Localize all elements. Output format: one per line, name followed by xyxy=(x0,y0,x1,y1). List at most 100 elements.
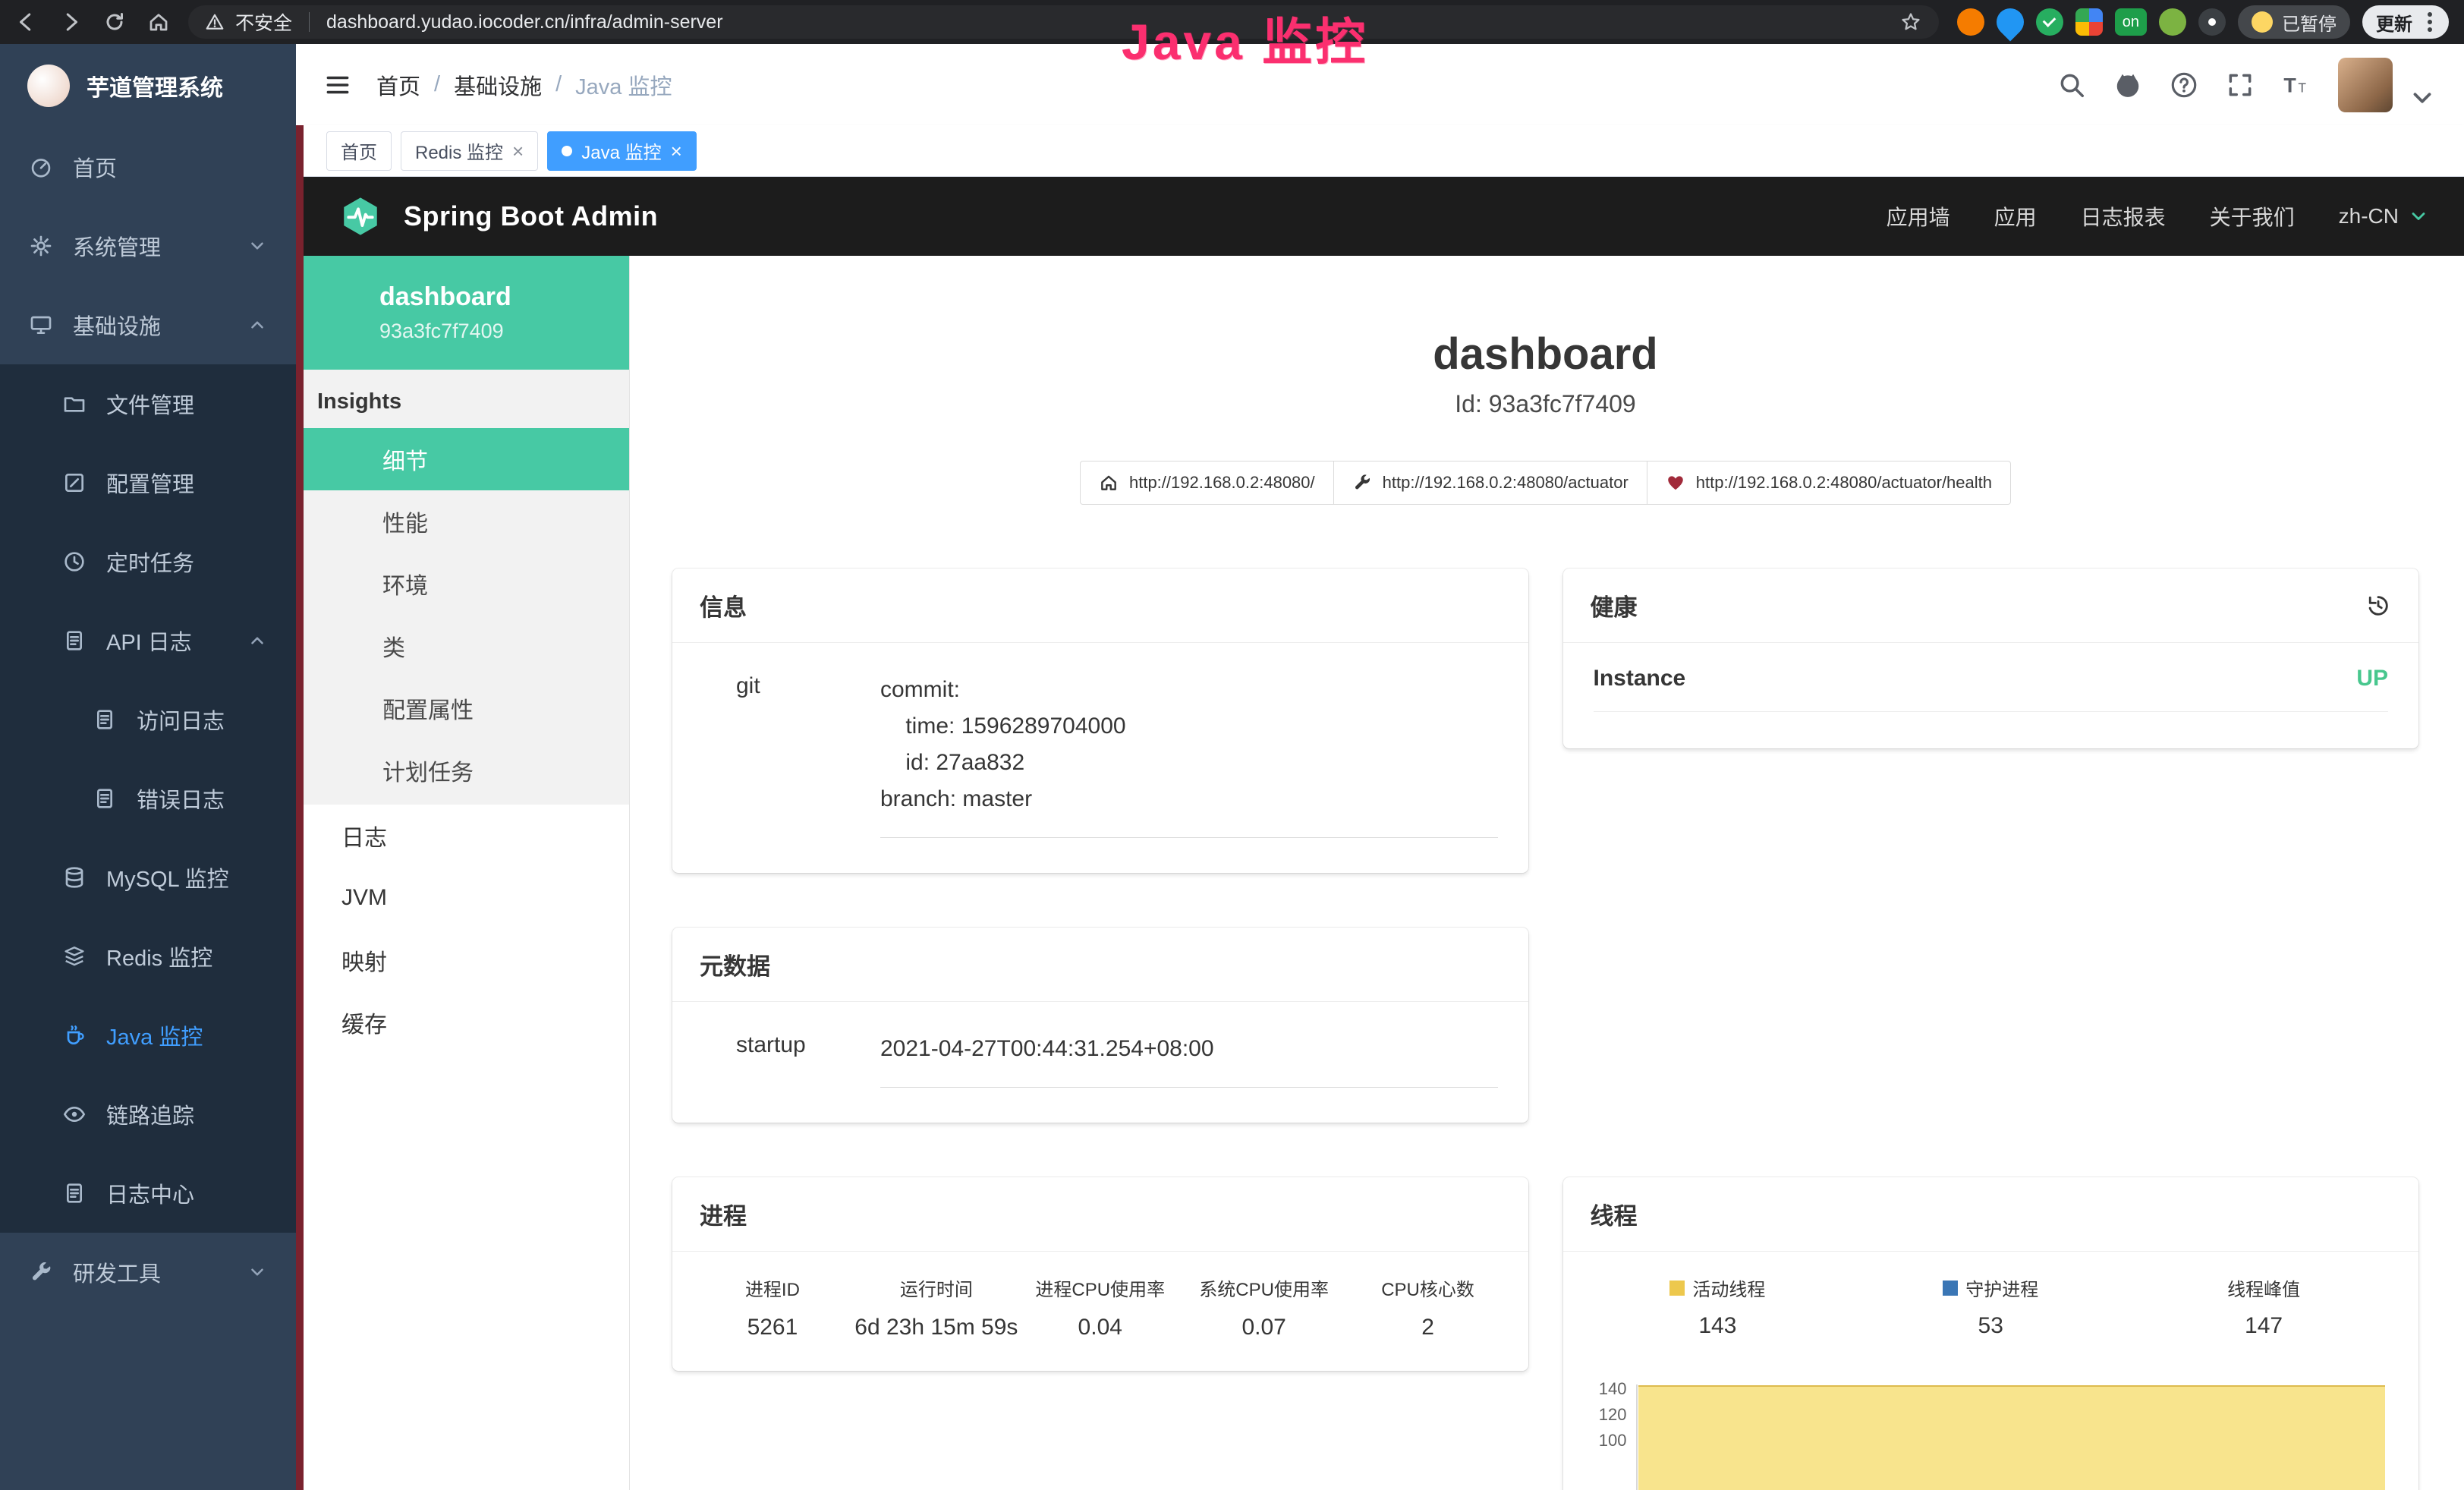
sba-item-caches[interactable]: 缓存 xyxy=(304,991,629,1054)
info-card: 信息 git commit: time: 1596289704000 id: 2… xyxy=(672,569,1528,873)
card-title: 线程 xyxy=(1563,1177,2419,1252)
sba-nav-about[interactable]: 关于我们 xyxy=(2210,201,2295,232)
sba-nav-journal[interactable]: 日志报表 xyxy=(2081,201,2166,232)
kebab-menu-icon[interactable] xyxy=(2428,20,2432,24)
instance-url-button[interactable]: http://192.168.0.2:48080/ xyxy=(1080,461,1334,505)
actuator-url-button[interactable]: http://192.168.0.2:48080/actuator xyxy=(1333,461,1647,505)
legend-label: 守护进程 xyxy=(1854,1274,2127,1301)
extension-on-badge[interactable]: on xyxy=(2115,8,2147,36)
spring-boot-admin: Spring Boot Admin 应用墙 应用 日志报表 关于我们 zh-CN xyxy=(304,177,2464,1490)
breadcrumb-item[interactable]: 基础设施 xyxy=(454,69,542,101)
extension-icon[interactable] xyxy=(1990,3,2029,42)
sba-item-details[interactable]: 细节 xyxy=(304,428,629,490)
card-body: startup 2021-04-27T00:44:31.254+08:00 xyxy=(672,1002,1528,1123)
health-url-button[interactable]: http://192.168.0.2:48080/actuator/health xyxy=(1647,461,2011,505)
sidebar-item-log-center[interactable]: 日志中心 xyxy=(0,1154,296,1233)
sidebar-item-tracing[interactable]: 链路追踪 xyxy=(0,1075,296,1154)
home-icon[interactable] xyxy=(147,11,170,33)
extension-icon[interactable] xyxy=(1957,8,1984,36)
paused-badge[interactable]: 已暂停 xyxy=(2238,5,2350,39)
sba-header: Spring Boot Admin 应用墙 应用 日志报表 关于我们 zh-CN xyxy=(304,177,2464,256)
sidebar-item-api-logs[interactable]: API 日志 xyxy=(0,601,296,680)
history-icon[interactable] xyxy=(2365,593,2391,619)
top-navbar: 首页 基础设施 Java 监控 xyxy=(296,44,2464,125)
doc-icon xyxy=(62,1181,87,1205)
sba-item-metrics[interactable]: 性能 xyxy=(304,490,629,553)
legend-label: 线程峰值 xyxy=(2127,1274,2400,1301)
tab-java-monitor[interactable]: Java 监控 xyxy=(547,131,697,171)
reload-icon[interactable] xyxy=(103,11,126,33)
column-header: 进程CPU使用率 xyxy=(1018,1274,1182,1301)
card-title-text: 线程 xyxy=(1591,1197,1638,1231)
fullscreen-icon[interactable] xyxy=(2226,71,2255,99)
sidebar-item-redis-monitor[interactable]: Redis 监控 xyxy=(0,917,296,996)
column-header: 系统CPU使用率 xyxy=(1182,1274,1346,1301)
eye-icon xyxy=(62,1102,87,1126)
extension-icon[interactable] xyxy=(2159,8,2186,36)
home-icon xyxy=(1099,473,1119,493)
chart-y-axis: 140 120 100 xyxy=(1586,1384,1636,1490)
row-key: git xyxy=(736,672,880,838)
instance-header[interactable]: dashboard 93a3fc7f7409 xyxy=(304,256,629,370)
extension-icon[interactable] xyxy=(2198,8,2226,36)
sidebar-item-access-logs[interactable]: 访问日志 xyxy=(0,680,296,759)
update-button[interactable]: 更新 xyxy=(2362,5,2449,39)
app-logo[interactable]: 芋道管理系统 xyxy=(0,44,296,128)
sidebar-item-home[interactable]: 首页 xyxy=(0,128,296,206)
sba-item-environment[interactable]: 环境 xyxy=(304,553,629,615)
sidebar-item-scheduled-tasks[interactable]: 定时任务 xyxy=(0,522,296,601)
sidebar-item-mysql-monitor[interactable]: MySQL 监控 xyxy=(0,838,296,917)
sidebar-item-label: 文件管理 xyxy=(106,388,194,420)
search-icon[interactable] xyxy=(2057,71,2086,99)
doc-icon xyxy=(62,628,87,653)
sidebar-item-system[interactable]: 系统管理 xyxy=(0,206,296,285)
breadcrumb-item[interactable]: 首页 xyxy=(376,69,420,101)
tab-home[interactable]: 首页 xyxy=(326,131,392,171)
sidebar-item-file-management[interactable]: 文件管理 xyxy=(0,364,296,443)
bookmark-star-icon[interactable] xyxy=(1899,11,1922,33)
sba-item-jvm[interactable]: JVM xyxy=(304,867,629,929)
hamburger-icon[interactable] xyxy=(323,71,352,99)
sba-item-scheduled[interactable]: 计划任务 xyxy=(304,739,629,802)
sidebar-item-label: 日志中心 xyxy=(106,1177,194,1209)
sba-item-logs[interactable]: 日志 xyxy=(304,805,629,867)
sidebar-item-infra[interactable]: 基础设施 xyxy=(0,285,296,364)
sidebar-item-java-monitor[interactable]: Java 监控 xyxy=(0,996,296,1075)
breadcrumb: 首页 基础设施 Java 监控 xyxy=(376,69,672,101)
avatar[interactable] xyxy=(2338,58,2393,112)
close-icon[interactable] xyxy=(512,141,524,161)
font-size-icon[interactable] xyxy=(2282,71,2311,99)
close-icon[interactable] xyxy=(671,141,682,161)
legend-label: 活动线程 xyxy=(1581,1274,1855,1301)
process-card: 进程 进程ID 运行时间 进程CPU使用率 系统CPU使用率 CPU核心数 52… xyxy=(672,1177,1528,1371)
active-dot-icon xyxy=(562,146,572,156)
sidebar-item-label: 链路追踪 xyxy=(106,1098,194,1130)
sidebar-item-devtools[interactable]: 研发工具 xyxy=(0,1233,296,1312)
sba-item-classes[interactable]: 类 xyxy=(304,615,629,677)
sidebar-item-config-management[interactable]: 配置管理 xyxy=(0,443,296,522)
cell-value: 5261 xyxy=(691,1315,854,1340)
legend-text: 活动线程 xyxy=(1692,1274,1765,1301)
tools-icon xyxy=(29,1260,53,1284)
forward-icon[interactable] xyxy=(59,11,82,33)
tab-label: 首页 xyxy=(341,137,377,164)
legend-value: 143 xyxy=(1581,1313,1855,1339)
locale-select[interactable]: zh-CN xyxy=(2339,204,2429,228)
back-icon[interactable] xyxy=(15,11,38,33)
sba-nav-wallboard[interactable]: 应用墙 xyxy=(1887,201,1950,232)
extension-icon[interactable] xyxy=(2075,8,2103,36)
sidebar-item-label: 定时任务 xyxy=(106,546,194,578)
process-table: 进程ID 运行时间 进程CPU使用率 系统CPU使用率 CPU核心数 5261 … xyxy=(672,1252,1528,1371)
sba-item-mappings[interactable]: 映射 xyxy=(304,929,629,991)
extension-icon[interactable] xyxy=(2036,8,2063,36)
help-icon[interactable] xyxy=(2170,71,2198,99)
link-label: http://192.168.0.2:48080/actuator xyxy=(1383,473,1629,493)
github-icon[interactable] xyxy=(2113,71,2142,99)
address-bar[interactable]: 不安全 dashboard.yudao.iocoder.cn/infra/adm… xyxy=(188,5,1939,39)
table-row: Instance UP xyxy=(1594,666,2389,712)
sba-item-config-props[interactable]: 配置属性 xyxy=(304,677,629,739)
tab-redis-monitor[interactable]: Redis 监控 xyxy=(401,131,538,171)
threads-card: 线程 活动线程 守 xyxy=(1563,1177,2419,1490)
sba-nav-applications[interactable]: 应用 xyxy=(1994,201,2037,232)
sidebar-item-error-logs[interactable]: 错误日志 xyxy=(0,759,296,838)
